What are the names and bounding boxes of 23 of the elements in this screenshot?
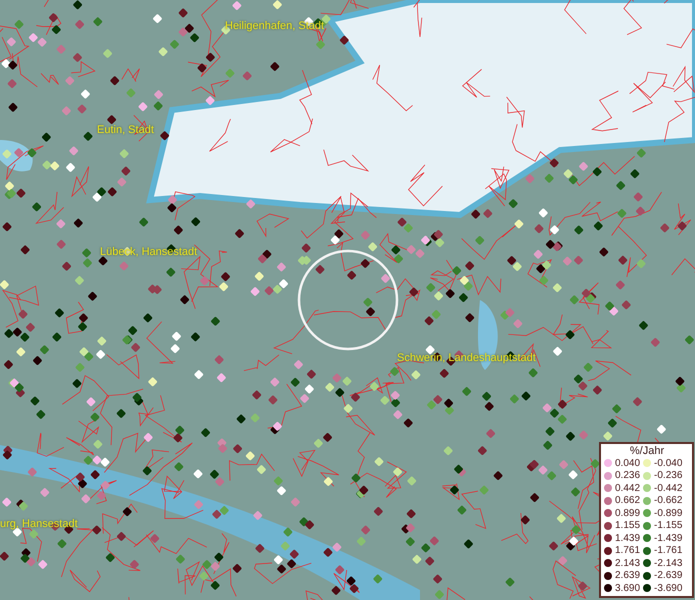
legend-value: -1.439 xyxy=(654,532,682,544)
legend-value: 2.143 xyxy=(615,558,640,569)
legend-value: -0.040 xyxy=(654,458,682,469)
legend-value: -1.761 xyxy=(654,545,682,556)
legend-value: -0.662 xyxy=(654,495,682,506)
legend-value: -0.899 xyxy=(654,508,682,519)
legend-value: -0.236 xyxy=(654,470,682,482)
legend-title: %/Jahr xyxy=(628,445,666,457)
legend-value: 2.639 xyxy=(615,570,640,582)
legend-value: 0.236 xyxy=(615,470,640,482)
legend-value: 1.761 xyxy=(615,545,640,556)
legend-value: 0.442 xyxy=(615,482,640,494)
legend-value: 1.439 xyxy=(615,532,640,544)
legend-value: -3.690 xyxy=(654,582,682,594)
legend-value: -0.442 xyxy=(654,482,682,494)
legend-value: 1.155 xyxy=(615,520,640,532)
legend-value: -1.155 xyxy=(654,520,682,532)
legend-value: 3.690 xyxy=(615,582,640,594)
legend-value: 0.040 xyxy=(615,458,640,469)
legend-value: 0.662 xyxy=(615,495,640,506)
legend-value: -2.639 xyxy=(654,570,682,582)
legend-value: -2.143 xyxy=(654,558,682,569)
legend-value: 0.899 xyxy=(615,508,640,519)
